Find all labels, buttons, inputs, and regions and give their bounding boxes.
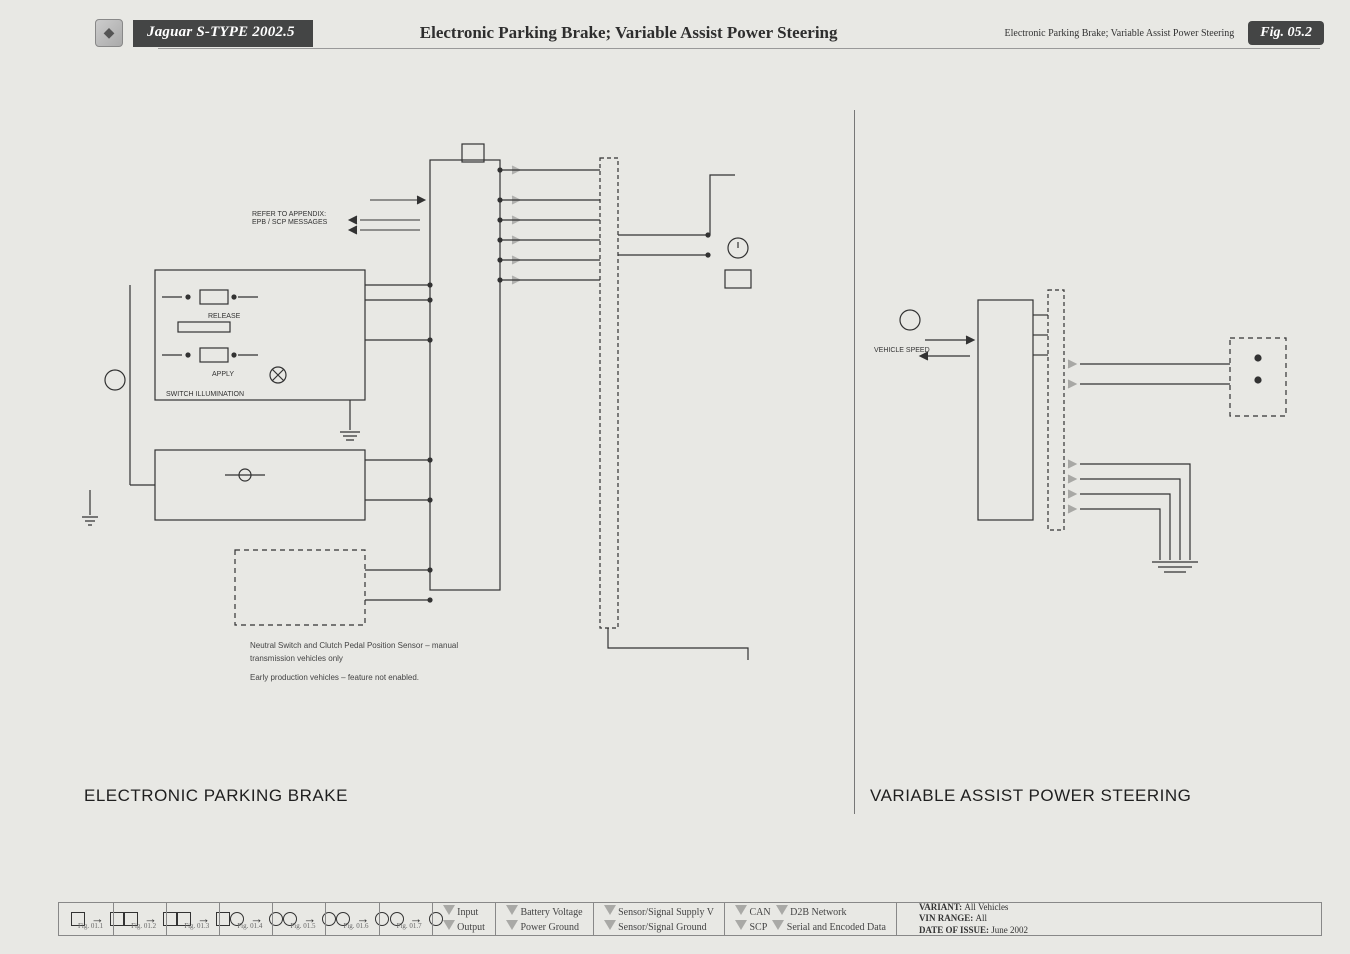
- epb-diagram: REFER TO APPENDIX: EPB / SCP MESSAGES RE…: [60, 100, 840, 660]
- legend-sq-sq-3: →Fig. 01.3: [166, 903, 219, 935]
- header-divider: [158, 48, 1320, 49]
- switch-illum-label: SWITCH ILLUMINATION: [166, 391, 244, 398]
- legend-variant: VARIANT: All Vehicles VIN RANGE: All DAT…: [896, 903, 1050, 935]
- vertical-divider: [854, 110, 855, 814]
- legend-bar: →Fig. 01.1 →Fig. 01.2 →Fig. 01.3 →Fig. 0…: [58, 902, 1322, 936]
- vehicle-speed-label: VEHICLE SPEED: [874, 347, 930, 354]
- apply-label: APPLY: [212, 371, 234, 378]
- legend-ci-ci-1: →Fig. 01.4: [219, 903, 272, 935]
- section-vaps-title: VARIABLE ASSIST POWER STEERING: [870, 786, 1191, 806]
- release-label: RELEASE: [208, 313, 241, 320]
- page-header: ◆ Jaguar S-TYPE 2002.5 Electronic Parkin…: [0, 18, 1350, 48]
- legend-network: CAN D2B Network SCP Serial and Encoded D…: [724, 903, 896, 935]
- legend-signal: Sensor/Signal Supply V Sensor/Signal Gro…: [593, 903, 724, 935]
- vaps-diagram: VEHICLE SPEED: [870, 260, 1310, 600]
- legend-sq-sq-1: →Fig. 01.1: [59, 903, 113, 935]
- figure-tag: Fig. 05.2: [1248, 21, 1324, 45]
- jaguar-logo: ◆: [95, 19, 123, 47]
- legend-power: Battery Voltage Power Ground: [495, 903, 593, 935]
- legend-io: Input Output: [432, 903, 495, 935]
- legend-ci-ci-4: →Fig. 01.7: [379, 903, 432, 935]
- page-title: Electronic Parking Brake; Variable Assis…: [253, 23, 1005, 43]
- page-subtitle: Electronic Parking Brake; Variable Assis…: [1005, 28, 1235, 39]
- diagram-notes: Neutral Switch and Clutch Pedal Position…: [250, 640, 458, 684]
- section-epb-title: ELECTRONIC PARKING BRAKE: [84, 786, 348, 806]
- legend-sq-sq-2: →Fig. 01.2: [113, 903, 166, 935]
- legend-ci-ci-2: →Fig. 01.5: [272, 903, 325, 935]
- appendix-label: REFER TO APPENDIX: EPB / SCP MESSAGES: [252, 211, 328, 226]
- legend-ci-ci-3: →Fig. 01.6: [325, 903, 378, 935]
